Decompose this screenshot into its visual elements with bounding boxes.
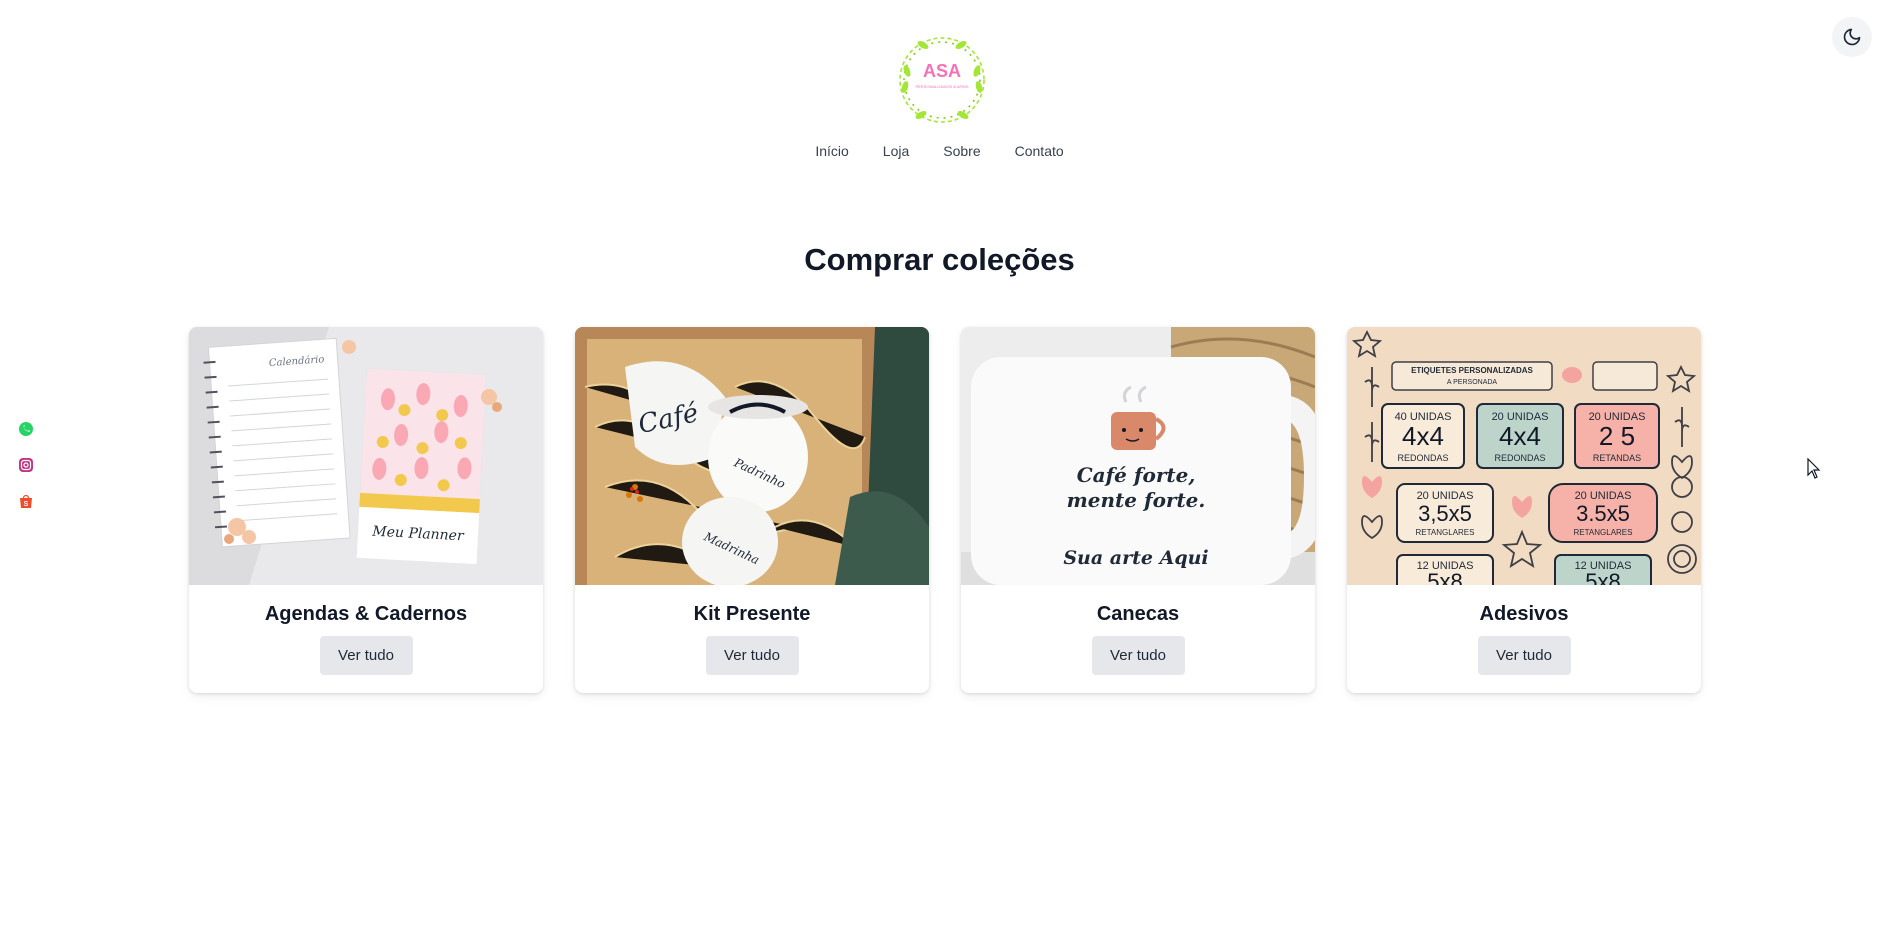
collection-card-agendas[interactable]: Calendário Meu Planner Agendas & Caderno… <box>189 327 543 693</box>
collections-grid: Calendário Meu Planner Agendas & Caderno… <box>189 327 1701 693</box>
svg-text:REDONDAS: REDONDAS <box>1397 453 1448 463</box>
collection-card-kit-presente[interactable]: Café Padrinho Madrinha Kit Presente Ver … <box>575 327 929 693</box>
svg-text:RETANGLARES: RETANGLARES <box>1416 528 1475 537</box>
svg-text:A PERSONADA: A PERSONADA <box>1447 379 1498 386</box>
svg-text:5x8: 5x8 <box>1585 569 1620 585</box>
collection-image-agendas[interactable]: Calendário Meu Planner <box>189 327 543 585</box>
nav-link-contato[interactable]: Contato <box>1015 143 1064 159</box>
page-title: Comprar coleções <box>804 242 1075 277</box>
nav-link-inicio[interactable]: Início <box>815 143 848 159</box>
collection-image-adesivos[interactable]: ETIQUETES PERSONALIZADAS A PERSONADA 40 … <box>1347 327 1701 585</box>
svg-text:4x4: 4x4 <box>1402 421 1444 451</box>
collection-image-kit-presente[interactable]: Café Padrinho Madrinha <box>575 327 929 585</box>
logo-subtext: PERSONALIZADOS & AFINS <box>915 84 968 89</box>
svg-text:S: S <box>24 501 29 508</box>
svg-text:RETANDAS: RETANDAS <box>1593 453 1641 463</box>
collection-title: Adesivos <box>1479 603 1569 625</box>
collection-title: Kit Presente <box>693 603 811 625</box>
view-all-button[interactable]: Ver tudo <box>1091 636 1185 675</box>
view-all-button[interactable]: Ver tudo <box>705 636 799 675</box>
nav-link-loja[interactable]: Loja <box>883 143 909 159</box>
svg-text:Sua arte Aqui: Sua arte Aqui <box>1063 547 1208 569</box>
svg-text:RETANGLARES: RETANGLARES <box>1574 528 1633 537</box>
whatsapp-icon[interactable] <box>18 421 34 437</box>
collection-card-adesivos[interactable]: ETIQUETES PERSONALIZADAS A PERSONADA 40 … <box>1347 327 1701 693</box>
nav-link-sobre[interactable]: Sobre <box>943 143 980 159</box>
svg-text:3.5x5: 3.5x5 <box>1576 501 1630 526</box>
collection-title: Canecas <box>1096 603 1180 625</box>
view-all-button[interactable]: Ver tudo <box>319 636 413 675</box>
mouse-cursor-icon <box>1807 458 1821 479</box>
logo[interactable]: ASA PERSONALIZADOS & AFINS <box>893 31 991 129</box>
svg-text:mente forte.: mente forte. <box>1067 488 1206 512</box>
svg-text:4x4: 4x4 <box>1499 421 1541 451</box>
svg-text:ETIQUETES PERSONALIZADAS: ETIQUETES PERSONALIZADAS <box>1411 366 1533 375</box>
social-links: S <box>18 421 34 509</box>
svg-text:5x8: 5x8 <box>1427 569 1462 585</box>
collection-title: Agendas & Cadernos <box>264 603 468 625</box>
collection-image-canecas[interactable]: Café forte, mente forte. Sua arte Aqui <box>961 327 1315 585</box>
collection-card-canecas[interactable]: Café forte, mente forte. Sua arte Aqui C… <box>961 327 1315 693</box>
svg-text:REDONDAS: REDONDAS <box>1494 453 1545 463</box>
shopee-icon[interactable]: S <box>18 493 34 509</box>
theme-toggle-button[interactable] <box>1832 17 1872 57</box>
svg-text:Café forte,: Café forte, <box>1077 463 1196 487</box>
view-all-button[interactable]: Ver tudo <box>1477 636 1571 675</box>
logo-text: ASA <box>923 61 961 81</box>
instagram-icon[interactable] <box>18 457 34 473</box>
moon-icon <box>1843 28 1861 46</box>
svg-text:3,5x5: 3,5x5 <box>1418 501 1472 526</box>
svg-text:2 5: 2 5 <box>1599 421 1635 451</box>
main-nav: Início Loja Sobre Contato <box>0 143 1879 159</box>
